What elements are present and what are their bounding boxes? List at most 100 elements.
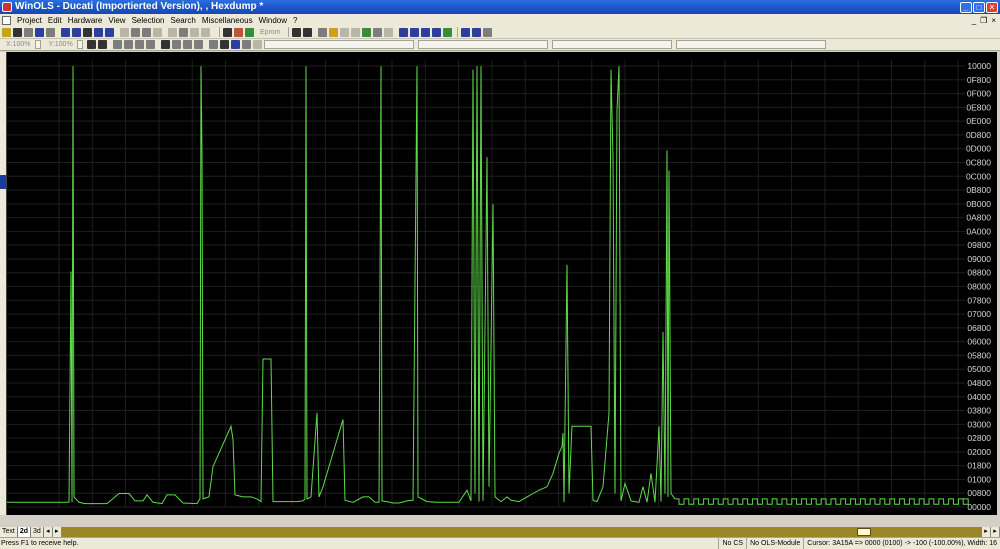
- display-combo-2[interactable]: [417, 40, 548, 49]
- tab-text[interactable]: Text: [0, 527, 18, 537]
- maximize-button[interactable]: □: [973, 1, 985, 13]
- width-32-icon[interactable]: [134, 40, 144, 49]
- menu-hardware[interactable]: Hardware: [65, 16, 106, 25]
- zoom-y-combo[interactable]: [76, 40, 83, 49]
- tool-e-icon[interactable]: [383, 27, 393, 37]
- next-icon[interactable]: [94, 27, 103, 37]
- scrollbar-thumb[interactable]: [856, 528, 871, 536]
- home-icon[interactable]: [179, 27, 188, 37]
- mdi-close-button[interactable]: ×: [991, 16, 996, 25]
- menu-search[interactable]: Search: [168, 16, 199, 25]
- graph-c-icon[interactable]: [420, 27, 430, 37]
- menu-project[interactable]: Project: [14, 16, 45, 25]
- display-combo-4[interactable]: [675, 40, 826, 49]
- zoom-x-label[interactable]: X:100%: [6, 41, 31, 48]
- y-tick-label: 0B000: [966, 199, 991, 209]
- display-combo-1[interactable]: [263, 40, 414, 49]
- link-icon[interactable]: [317, 27, 327, 37]
- key-icon[interactable]: [291, 27, 301, 37]
- status-module: No OLS-Module: [746, 538, 803, 549]
- menu-window[interactable]: Window: [256, 16, 290, 25]
- copy-icon[interactable]: [142, 27, 151, 37]
- view-hex-icon[interactable]: [86, 40, 96, 49]
- y-tick-label: 0C800: [966, 157, 991, 167]
- menu-miscellaneous[interactable]: Miscellaneous: [199, 16, 256, 25]
- original-icon[interactable]: [241, 40, 251, 49]
- signed-icon[interactable]: [160, 40, 170, 49]
- width-8-icon[interactable]: [112, 40, 122, 49]
- menu-edit[interactable]: Edit: [45, 16, 65, 25]
- help-pointer-icon[interactable]: [302, 27, 312, 37]
- lohi-icon[interactable]: [193, 40, 203, 49]
- winols-app-icon[interactable]: [2, 2, 12, 12]
- search-icon[interactable]: [120, 27, 129, 37]
- tool-d-icon[interactable]: [372, 27, 382, 37]
- view-b-icon[interactable]: [471, 27, 481, 37]
- edit-value-icon[interactable]: [234, 27, 243, 37]
- width-float-icon[interactable]: [145, 40, 155, 49]
- graph-a-icon[interactable]: [398, 27, 408, 37]
- eprom-label[interactable]: Eprom: [260, 29, 281, 36]
- tab-3d[interactable]: 3d: [31, 527, 44, 537]
- y-tick-label: 09000: [967, 254, 991, 264]
- save-icon[interactable]: [35, 27, 44, 37]
- mdi-restore-button[interactable]: ❐: [980, 16, 987, 25]
- last-icon[interactable]: [105, 27, 114, 37]
- graph-d-icon[interactable]: [431, 27, 441, 37]
- up-icon[interactable]: [201, 27, 210, 37]
- previous-icon[interactable]: [72, 27, 81, 37]
- forward-icon[interactable]: [190, 27, 199, 37]
- menu-help[interactable]: ?: [290, 16, 300, 25]
- first-icon[interactable]: [61, 27, 70, 37]
- hex-view-icon[interactable]: [252, 40, 262, 49]
- map-tool-icon[interactable]: [328, 27, 338, 37]
- back-icon[interactable]: [168, 27, 177, 37]
- y-tick-label: 09800: [967, 240, 991, 250]
- y-tick-label: 04800: [967, 378, 991, 388]
- menu-selection[interactable]: Selection: [129, 16, 168, 25]
- graph-e-icon[interactable]: [442, 27, 452, 37]
- view-c-icon[interactable]: [482, 27, 492, 37]
- graph-b-icon[interactable]: [409, 27, 419, 37]
- unsigned-icon[interactable]: [171, 40, 181, 49]
- horizontal-scrollbar[interactable]: [61, 527, 982, 537]
- save-as-icon[interactable]: [46, 27, 55, 37]
- hex-mode-icon[interactable]: [182, 40, 192, 49]
- tool-b-icon[interactable]: [350, 27, 360, 37]
- percent-icon[interactable]: [219, 40, 229, 49]
- menu-view[interactable]: View: [105, 16, 128, 25]
- print-icon[interactable]: [24, 27, 33, 37]
- scroll-right-arrow-icon[interactable]: ▸: [982, 527, 991, 537]
- width-16-icon[interactable]: [123, 40, 133, 49]
- table-icon[interactable]: [223, 27, 232, 37]
- compare-icon[interactable]: [131, 27, 140, 37]
- tab-2d[interactable]: 2d: [17, 527, 32, 537]
- tab-first-arrow-icon[interactable]: ◂: [43, 527, 53, 537]
- paste-icon[interactable]: [153, 27, 162, 37]
- tool-c-icon[interactable]: [361, 27, 371, 37]
- title-bar: WinOLS - Ducati (Importierted Version), …: [0, 0, 1000, 14]
- minimize-button[interactable]: _: [960, 1, 972, 13]
- stop-icon[interactable]: [83, 27, 92, 37]
- display-combo-3[interactable]: [551, 40, 672, 49]
- mdi-minimize-button[interactable]: _: [972, 16, 976, 25]
- differences-icon[interactable]: [208, 40, 218, 49]
- document-icon[interactable]: [2, 15, 11, 25]
- view-toolbar: X:100% Y:100%: [0, 39, 1000, 51]
- graph-canvas[interactable]: 10000 0F800 0F000 0E800 0E000 0D800 0D000 0C800…: [7, 52, 997, 526]
- tool-a-icon[interactable]: [339, 27, 349, 37]
- tab-last-arrow-icon[interactable]: ▸: [52, 527, 62, 537]
- checksum-icon[interactable]: [245, 27, 254, 37]
- new-project-icon[interactable]: [2, 27, 11, 37]
- view-columns-icon[interactable]: [97, 40, 107, 49]
- view-a-icon[interactable]: [460, 27, 470, 37]
- delta-icon[interactable]: [230, 40, 240, 49]
- zoom-x-combo[interactable]: [34, 40, 41, 49]
- zoom-y-label[interactable]: Y:100%: [49, 41, 73, 48]
- scroll-end-arrow-icon[interactable]: ▸: [991, 527, 1000, 537]
- open-project-icon[interactable]: [13, 27, 22, 37]
- y-tick-label: 03000: [967, 419, 991, 429]
- close-button[interactable]: ✕: [986, 1, 998, 13]
- y-tick-label: 0D800: [966, 130, 991, 140]
- hexdump-graph[interactable]: 10000 0F800 0F000 0E800 0E000 0D800 0D000 0C800…: [6, 52, 997, 526]
